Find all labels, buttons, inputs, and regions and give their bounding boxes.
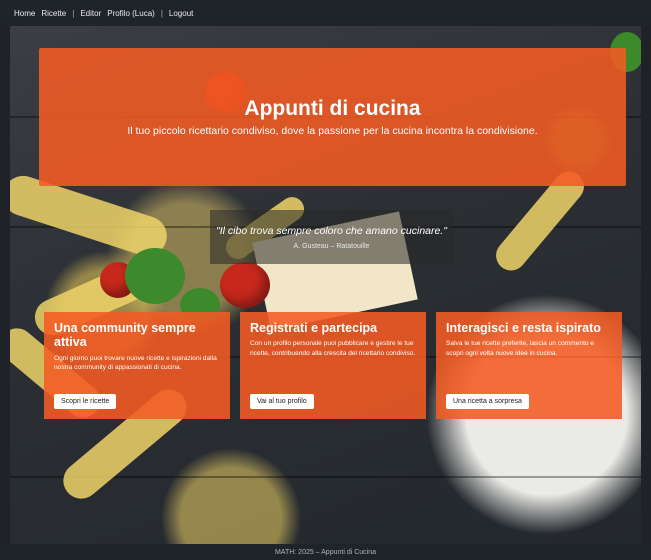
top-navbar: Home Ricette | Editor Profilo (Luca) | L… [0,0,651,26]
card-body: Salva le tue ricette preferite, lascia u… [446,340,595,357]
page-subtitle: Il tuo piccolo ricettario condiviso, dov… [127,125,538,137]
card-title: Registrati e partecipa [250,321,378,335]
feature-card-interact: Interagisci e resta ispirato Salva le tu… [436,312,622,419]
feature-card-community: Una community sempre attiva Ogni giorno … [44,312,230,419]
card-body: Ogni giorno puoi trovare nuove ricette e… [54,354,217,372]
nav-separator: | [160,8,163,18]
card-body: Con un profilo personale puoi pubblicare… [250,340,416,357]
nav-logout-link[interactable]: Logout [169,9,193,18]
nav-separator: | [72,8,75,18]
quote-text: "Il cibo trova sempre coloro che amano c… [216,224,447,237]
page-title: Appunti di cucina [244,97,421,120]
nav-home-link[interactable]: Home [14,9,35,18]
card-title: Interagisci e resta ispirato [446,321,601,335]
footer-text: MATH: 2025 – Appunti di Cucina [274,548,377,556]
nav-profile-link[interactable]: Profilo (Luca) [107,9,155,18]
nav-editor-link[interactable]: Editor [80,9,101,18]
nav-ricette-link[interactable]: Ricette [41,9,66,18]
random-recipe-button[interactable]: Una ricetta a sorpresa [446,394,529,409]
page-footer: MATH: 2025 – Appunti di Cucina [0,544,651,560]
card-title: Una community sempre attiva [54,321,196,350]
quote-box: "Il cibo trova sempre coloro che amano c… [210,210,453,264]
hero-banner: Appunti di cucina Il tuo piccolo ricetta… [39,48,626,186]
feature-card-register: Registrati e partecipa Con un profilo pe… [240,312,426,419]
quote-author: A. Gusteau – Ratatouille [293,242,370,250]
discover-recipes-button[interactable]: Scopri le ricette [54,394,117,409]
go-to-profile-button[interactable]: Vai al tuo profilo [250,394,314,409]
